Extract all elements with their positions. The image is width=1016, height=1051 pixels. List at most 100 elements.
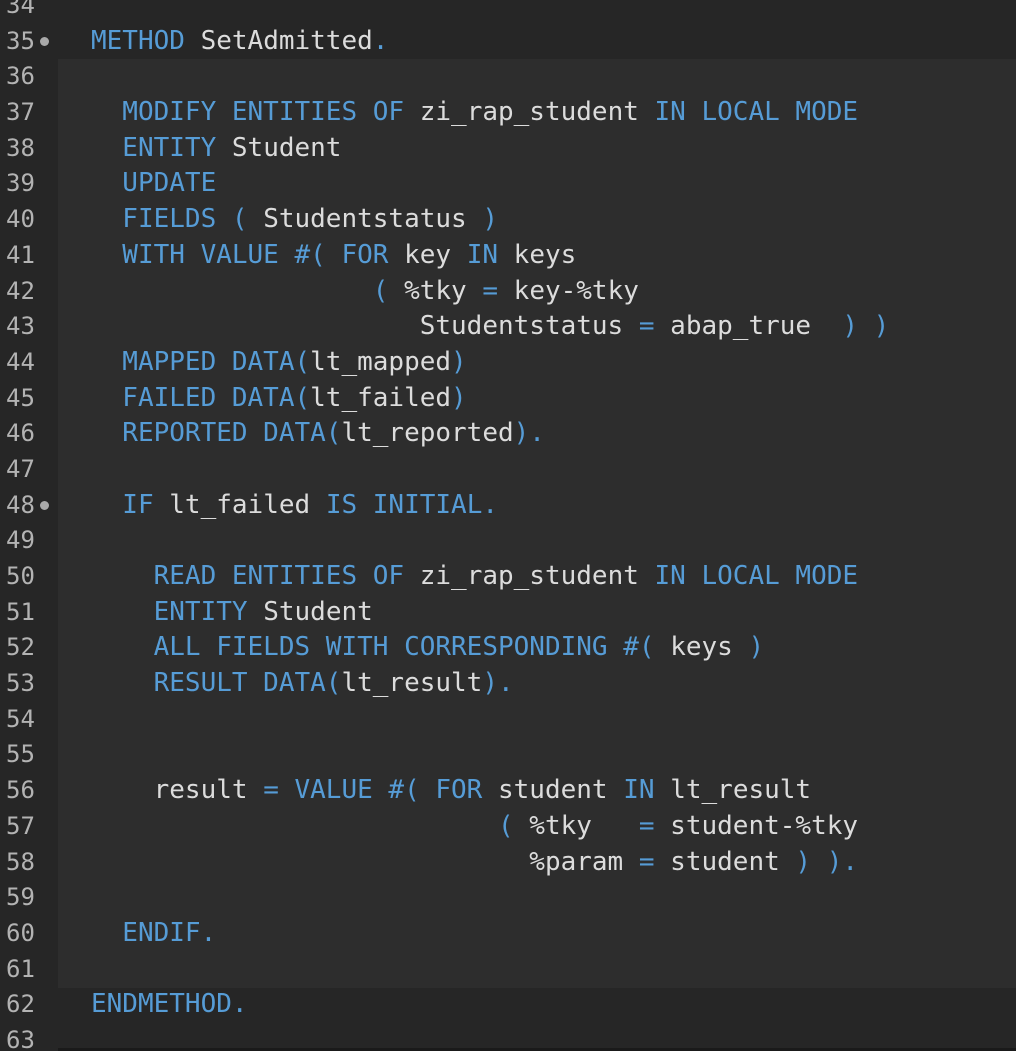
code-text: WITH VALUE #( FOR key IN keys: [91, 238, 576, 274]
code-lines[interactable]: 34 35 METHOD SetAdmitted. 36 37 MODIFY ENTIT…: [0, 0, 1016, 1051]
code-token: SetAdmitted: [184, 25, 373, 56]
code-token: ALL FIELDS WITH CORRESPONDING #(: [91, 632, 671, 663]
line-number: 63: [6, 1025, 35, 1051]
code-text: ENDMETHOD.: [91, 987, 248, 1023]
code-line[interactable]: 58 %param = student ) ).: [0, 845, 1016, 881]
code-token: IN: [623, 775, 655, 806]
line-number: 41: [6, 240, 35, 269]
code-line[interactable]: 52 ALL FIELDS WITH CORRESPONDING #( keys…: [0, 630, 1016, 666]
code-line[interactable]: 36: [0, 59, 1016, 95]
code-line[interactable]: 34: [0, 0, 1016, 24]
code-line[interactable]: 60 ENDIF.: [0, 916, 1016, 952]
code-token: Studentstatus: [263, 204, 467, 235]
line-number: 56: [6, 776, 35, 805]
line-number: 60: [6, 918, 35, 947]
code-text: result = VALUE #( FOR student IN lt_resu…: [91, 773, 811, 809]
code-token: FAILED DATA(: [91, 382, 311, 413]
code-token: %tky: [529, 810, 639, 841]
code-token: keys: [670, 632, 733, 663]
code-token: =: [482, 275, 499, 306]
code-token: lt_reported: [341, 418, 514, 449]
code-token: Student: [247, 596, 373, 627]
code-token: ) ).: [795, 846, 859, 877]
code-line[interactable]: 53 RESULT DATA(lt_result).: [0, 666, 1016, 702]
code-line[interactable]: 54: [0, 702, 1016, 738]
code-text: REPORTED DATA(lt_reported).: [91, 416, 545, 452]
fold-marker-icon[interactable]: [40, 36, 49, 46]
code-line[interactable]: 45 FAILED DATA(lt_failed): [0, 381, 1016, 417]
code-text: ( %tky = key-%tky: [91, 274, 639, 310]
code-token: MODIFY ENTITIES OF: [91, 97, 405, 128]
line-number: 35: [6, 26, 35, 55]
code-token: lt_result: [654, 775, 812, 806]
code-token: lt_mapped: [310, 346, 452, 377]
code-text: ENTITY Student: [91, 595, 373, 631]
code-token: Student: [216, 132, 342, 163]
line-number: 54: [6, 704, 35, 733]
code-token: = VALUE #( FOR: [263, 775, 483, 806]
code-text: FAILED DATA(lt_failed): [91, 381, 467, 417]
code-text: Studentstatus = abap_true ) ): [91, 309, 890, 345]
code-token: ): [451, 382, 467, 413]
code-token: (: [91, 810, 530, 841]
code-line[interactable]: 35 METHOD SetAdmitted.: [0, 24, 1016, 60]
code-line[interactable]: 55: [0, 737, 1016, 773]
code-text: MAPPED DATA(lt_mapped): [91, 345, 466, 381]
code-line[interactable]: 44 MAPPED DATA(lt_mapped): [0, 345, 1016, 381]
code-line[interactable]: 37 MODIFY ENTITIES OF zi_rap_student IN …: [0, 95, 1016, 131]
code-token: RESULT DATA(: [91, 668, 342, 699]
code-text: MODIFY ENTITIES OF zi_rap_student IN LOC…: [91, 95, 858, 131]
line-number: 44: [6, 347, 35, 376]
code-line[interactable]: 50 READ ENTITIES OF zi_rap_student IN LO…: [0, 559, 1016, 595]
line-number: 57: [6, 811, 35, 840]
code-token: lt_failed: [153, 489, 326, 520]
code-token: key-%tky: [498, 275, 639, 306]
line-number: 51: [6, 597, 35, 626]
code-token: FIELDS (: [91, 204, 264, 235]
code-line[interactable]: 40 FIELDS ( Studentstatus ): [0, 202, 1016, 238]
code-line[interactable]: 59: [0, 880, 1016, 916]
code-token: ): [732, 632, 765, 663]
code-line[interactable]: 42 ( %tky = key-%tky: [0, 274, 1016, 310]
line-number: 37: [6, 98, 35, 127]
line-number: 50: [6, 562, 35, 590]
code-token: MAPPED DATA(: [91, 346, 311, 377]
code-text: FIELDS ( Studentstatus ): [91, 202, 498, 238]
code-text: METHOD SetAdmitted.: [91, 24, 388, 60]
fold-marker-icon[interactable]: [40, 500, 49, 510]
code-line[interactable]: 63: [0, 1023, 1016, 1051]
line-number: 53: [6, 669, 35, 698]
code-editor[interactable]: 34 35 METHOD SetAdmitted. 36 37 MODIFY ENTIT…: [0, 0, 1016, 1051]
code-line[interactable]: 39 UPDATE: [0, 166, 1016, 202]
code-token: ).: [482, 668, 514, 699]
code-line[interactable]: 48 IF lt_failed IS INITIAL.: [0, 488, 1016, 524]
code-line[interactable]: 47: [0, 452, 1016, 488]
code-line[interactable]: 51 ENTITY Student: [0, 595, 1016, 631]
code-line[interactable]: 56 result = VALUE #( FOR student IN lt_r…: [0, 773, 1016, 809]
code-text: RESULT DATA(lt_result).: [91, 666, 514, 702]
code-token: ENTITY: [91, 596, 248, 627]
line-number: 52: [6, 633, 35, 662]
code-token: ).: [513, 418, 545, 449]
code-line[interactable]: 57 ( %tky = student-%tky: [0, 809, 1016, 845]
code-line[interactable]: 62 ENDMETHOD.: [0, 987, 1016, 1023]
code-token: WITH VALUE #( FOR: [91, 239, 389, 270]
line-number: 45: [6, 383, 35, 412]
code-token: ENDIF.: [91, 917, 217, 948]
code-token: Studentstatus: [91, 311, 639, 342]
code-token: zi_rap_student: [404, 97, 655, 128]
line-number: 58: [6, 847, 35, 876]
code-line[interactable]: 61: [0, 952, 1016, 988]
code-token: ) ): [842, 311, 890, 342]
code-text: READ ENTITIES OF zi_rap_student IN LOCAL…: [91, 559, 858, 595]
code-line[interactable]: 38 ENTITY Student: [0, 131, 1016, 167]
line-number: 59: [6, 883, 35, 912]
line-number: 40: [6, 205, 35, 234]
code-line[interactable]: 41 WITH VALUE #( FOR key IN keys: [0, 238, 1016, 274]
code-text: ENDIF.: [91, 916, 216, 952]
code-token: IN LOCAL MODE: [654, 97, 859, 128]
code-token: READ ENTITIES OF: [91, 561, 405, 591]
code-line[interactable]: 49: [0, 523, 1016, 559]
code-line[interactable]: 43 Studentstatus = abap_true ) ): [0, 309, 1016, 345]
code-line[interactable]: 46 REPORTED DATA(lt_reported).: [0, 416, 1016, 452]
